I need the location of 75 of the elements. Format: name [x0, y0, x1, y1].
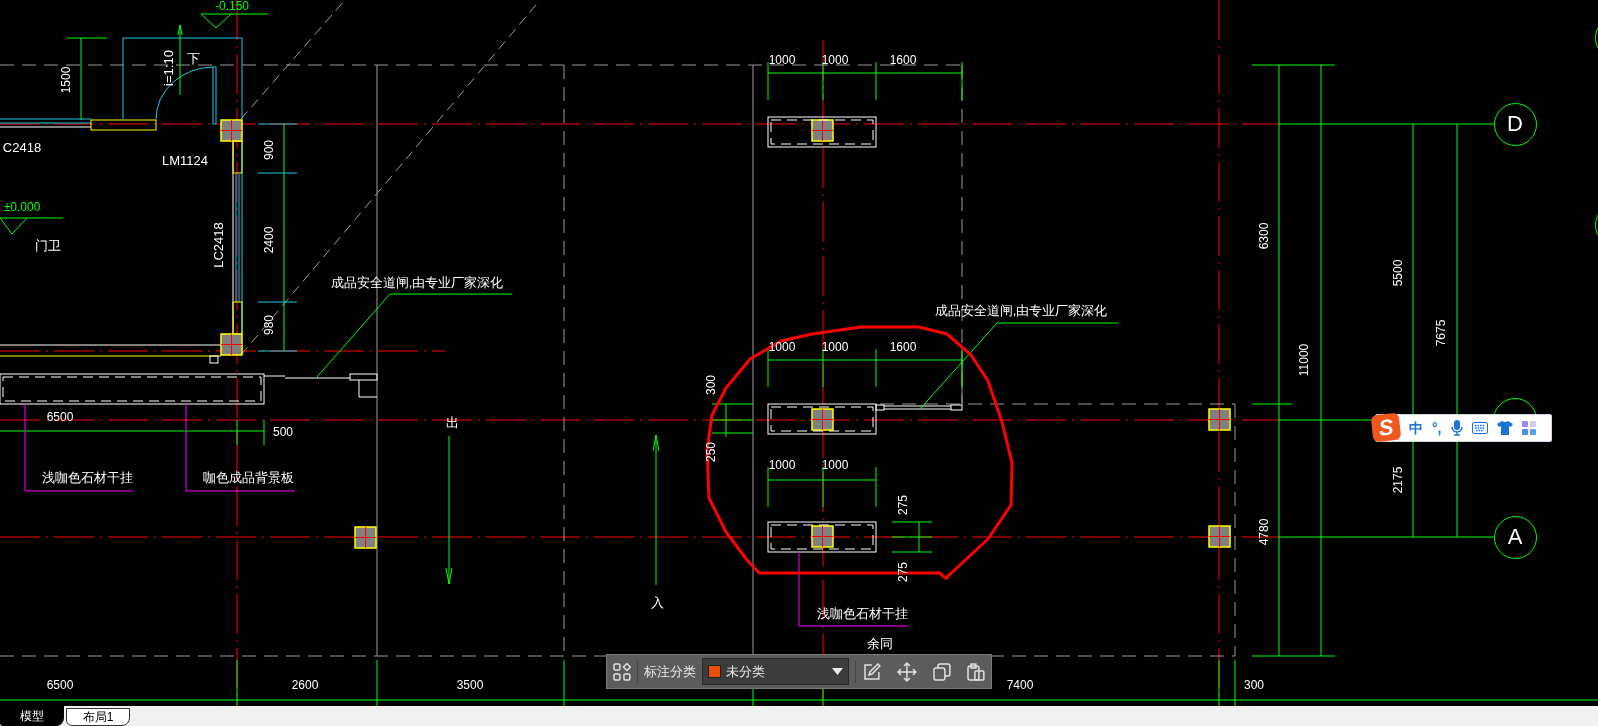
- grid-icon[interactable]: [613, 662, 631, 681]
- dimension-text: 1000: [768, 459, 796, 471]
- dimension-text: 2400: [263, 226, 275, 254]
- dimension-text: 2600: [291, 679, 319, 691]
- dimension-text: 1600: [889, 54, 917, 66]
- dimension-text: 2175: [1392, 466, 1404, 494]
- annotation-text: 成品安全道闸,由专业厂家深化: [934, 303, 1108, 317]
- annotation-text: 入: [650, 595, 664, 609]
- shirt-icon[interactable]: [1496, 421, 1513, 435]
- elevation-text: -0.150: [215, 0, 249, 12]
- annotation-text: 余同: [867, 636, 893, 650]
- category-swatch-icon: [707, 665, 721, 678]
- annotation-text: LC2418: [211, 222, 225, 268]
- column-icon: [1208, 408, 1231, 431]
- elevation-mark-icon: [200, 13, 269, 29]
- annotation-text: 成品安全道闸,由专业厂家深化: [330, 275, 504, 289]
- category-dropdown[interactable]: 未分类: [701, 658, 849, 685]
- move-icon[interactable]: [897, 661, 918, 682]
- dimension-text: 500: [273, 426, 293, 438]
- caret-icon: [831, 668, 843, 675]
- dimension-text: 1000: [768, 54, 796, 66]
- annotation-text: C2418: [2, 140, 42, 154]
- dimension-text: 1600: [889, 341, 917, 353]
- dimension-text: 6500: [46, 679, 74, 691]
- annotation-text: 出: [445, 415, 459, 429]
- slope-arrow-icon: [177, 24, 183, 96]
- dimension-text: 275: [897, 562, 909, 582]
- dimension-text: 1000: [821, 54, 849, 66]
- dimension-text: 5500: [1392, 259, 1404, 287]
- dimension-text: 1500: [60, 66, 72, 94]
- column-icon: [220, 333, 243, 356]
- dimension-text: 4780: [1258, 518, 1270, 546]
- keyboard-icon[interactable]: [1471, 422, 1488, 434]
- column-icon: [220, 119, 243, 142]
- category-label: 标注分类: [643, 662, 696, 681]
- edit-icon[interactable]: [861, 661, 882, 682]
- annotation-text: 下: [186, 51, 200, 65]
- annotation-text: 浅咖色石材干挂: [41, 470, 133, 484]
- microphone-icon[interactable]: [1450, 420, 1463, 436]
- exit-arrow-icon: [445, 435, 453, 585]
- dimension-text: 3500: [456, 679, 484, 691]
- dimension-text: 6500: [46, 411, 74, 423]
- dimension-text: 7675: [1435, 319, 1447, 347]
- layout-tab[interactable]: 布局1: [66, 708, 130, 726]
- entry-arrow-icon: [652, 434, 660, 586]
- elevation-text: ±0.000: [3, 201, 41, 213]
- dimension-text: 900: [263, 140, 275, 160]
- layout-tab[interactable]: 模型: [0, 706, 64, 726]
- dimension-text: 300: [1244, 679, 1264, 691]
- elevation-mark-icon: [0, 217, 64, 235]
- paste-icon[interactable]: [967, 662, 985, 681]
- apps-grid-icon[interactable]: [1521, 421, 1536, 435]
- dimension-text: 11000: [1298, 343, 1310, 377]
- dimension-text: 275: [897, 495, 909, 515]
- dimension-text: 980: [263, 315, 275, 335]
- annotation-text: i=1:10: [161, 50, 175, 86]
- dimension-text: 300: [705, 375, 717, 395]
- annotation-text: 浅咖色石材干挂: [816, 606, 908, 620]
- annotation-text: 门卫: [35, 238, 61, 252]
- column-icon: [354, 526, 377, 549]
- dimension-text: 6300: [1258, 222, 1270, 250]
- copy-icon[interactable]: [933, 662, 952, 681]
- dimension-text: 1000: [821, 459, 849, 471]
- column-icon: [811, 525, 834, 548]
- dimension-text: 250: [705, 442, 717, 462]
- dimension-text: 7400: [1006, 679, 1034, 691]
- annotation-text: 咖色成品背景板: [202, 470, 294, 484]
- column-icon: [811, 408, 834, 431]
- dimension-text: 1000: [768, 341, 796, 353]
- column-icon: [1208, 525, 1231, 548]
- input-mode-toggle[interactable]: 中: [1409, 421, 1423, 435]
- column-icon: [811, 119, 834, 142]
- annotation-text: LM1124: [162, 153, 208, 167]
- punctuation-toggle[interactable]: °,: [1432, 421, 1442, 435]
- dimension-text: 1000: [821, 341, 849, 353]
